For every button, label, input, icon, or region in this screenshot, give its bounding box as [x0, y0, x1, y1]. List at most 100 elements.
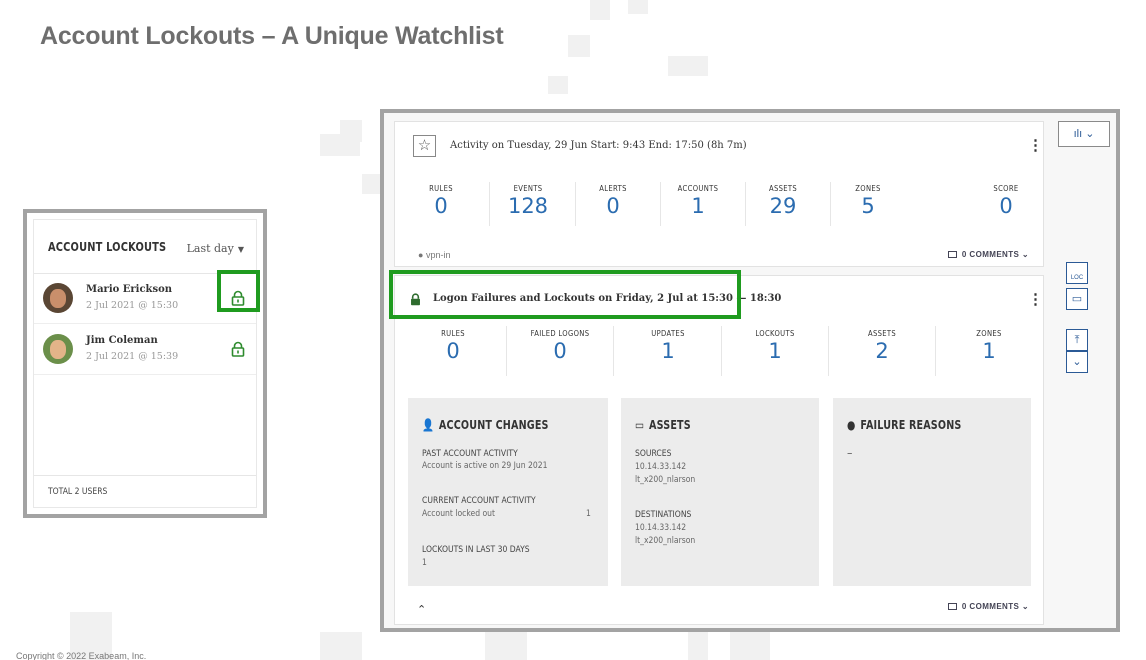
session-title: Activity on Tuesday, 29 Jun Start: 9:43 … [450, 140, 747, 151]
stat-label: RULES [441, 329, 465, 338]
comments-label: 0 COMMENTS [961, 250, 1020, 259]
range-label: Last day [186, 242, 234, 255]
current-activity-value: Account locked out [422, 509, 496, 519]
stat-value: 0 [446, 339, 460, 363]
stat-value: 29 [769, 194, 797, 218]
stat-alerts: ALERTS 0 [578, 184, 648, 218]
decorative-square [590, 0, 610, 20]
account-changes-box: 👤 ACCOUNT CHANGES PAST ACCOUNT ACTIVITY A… [408, 398, 608, 586]
stat-value: 1 [982, 339, 996, 363]
loc-label: LOC [1070, 275, 1084, 281]
decorative-square [568, 35, 590, 57]
stat-value: 1 [661, 339, 675, 363]
account-lockouts-panel: ACCOUNT LOCKOUTS Last day ▼ Mario Erickso… [23, 209, 267, 518]
lock-icon [231, 341, 245, 357]
stat-label: EVENTS [513, 184, 543, 193]
lockouts-title: ACCOUNT LOCKOUTS [48, 240, 167, 254]
user-name[interactable]: Jim Coleman [86, 335, 158, 346]
slide-title: Account Lockouts – A Unique Watchlist [40, 22, 504, 50]
user-date: 2 Jul 2021 @ 15:30 [86, 300, 179, 311]
stat-value: 1 [768, 339, 782, 363]
stat-assets: ASSETS 2 [847, 329, 917, 363]
comments-link[interactable]: 0 COMMENTS ⌄ [947, 250, 1029, 259]
chart-icon: ılı ⌄ [1073, 128, 1095, 140]
failure-reasons-heading: ● FAILURE REASONS [847, 418, 962, 432]
decorative-square [362, 174, 382, 194]
stat-value: 1 [691, 194, 705, 218]
comment-icon [947, 251, 957, 258]
stat-zones: ZONES 1 [954, 329, 1024, 363]
stat-label: ALERTS [599, 184, 627, 193]
caret-down-icon: ▼ [237, 245, 244, 254]
decorative-square [548, 76, 568, 94]
activity-card: ☆ Activity on Tuesday, 29 Jun Start: 9:4… [394, 121, 1044, 267]
sources-ip[interactable]: 10.14.33.142 [635, 462, 686, 472]
decorative-square [320, 134, 360, 156]
kebab-menu-icon[interactable]: ⋮ [1028, 138, 1043, 153]
tag-label: vpn-in [425, 250, 451, 260]
lockouts-30-days-value: 1 [422, 558, 427, 568]
jump-down-icon[interactable]: ⌄ [1066, 351, 1088, 373]
destinations-host[interactable]: lt_x200_nlarson [635, 536, 695, 546]
stat-rules: RULES 0 [418, 329, 488, 363]
decorative-square [628, 0, 648, 14]
destinations-ip[interactable]: 10.14.33.142 [635, 523, 686, 533]
decorative-square [668, 56, 708, 76]
jump-to-top-icon[interactable]: ⤒ [1066, 329, 1088, 351]
assets-heading: ▭ ASSETS [635, 418, 691, 432]
chevron-up-icon[interactable]: ⌃ [417, 603, 426, 616]
copyright-text: Copyright © 2022 Exabeam, Inc. [16, 651, 147, 660]
decorative-square [688, 632, 708, 660]
sources-host[interactable]: lt_x200_nlarson [635, 475, 695, 485]
account-changes-heading: 👤 ACCOUNT CHANGES [422, 418, 549, 432]
decorative-square [320, 632, 362, 660]
stat-label: SCORE [993, 184, 1019, 193]
total-users: TOTAL 2 USERS [48, 487, 108, 497]
session-tag[interactable]: ● vpn-in [418, 250, 450, 260]
stat-label: ASSETS [867, 329, 897, 338]
decorative-square [485, 632, 527, 660]
highlight-box [217, 270, 260, 312]
star-icon[interactable]: ☆ [413, 135, 436, 157]
avatar [43, 334, 73, 364]
comments-link[interactable]: 0 COMMENTS ⌄ [947, 602, 1029, 611]
lockouts-30-days-label: LOCKOUTS IN LAST 30 DAYS [422, 545, 530, 555]
activity-panel: ☆ Activity on Tuesday, 29 Jun Start: 9:4… [380, 109, 1120, 632]
tag-icon: ● [418, 250, 426, 260]
user-row[interactable]: Jim Coleman 2 Jul 2021 @ 15:39 [34, 325, 256, 375]
comments-label: 0 COMMENTS [961, 602, 1020, 611]
stat-value: 0 [434, 194, 448, 218]
stat-lockouts: LOCKOUTS 1 [740, 329, 810, 363]
current-activity-count: 1 [586, 509, 591, 519]
past-activity-value: Account is active on 29 Jun 2021 [422, 461, 548, 471]
stat-label: ACCOUNTS [677, 184, 719, 193]
stat-events: EVENTS 128 [493, 184, 563, 218]
stat-value: 128 [507, 194, 549, 218]
logon-failures-card: Logon Failures and Lockouts on Friday, 2… [394, 275, 1044, 625]
user-icon: 👤 [422, 418, 435, 432]
stat-accounts: ACCOUNTS 1 [663, 184, 733, 218]
stat-failed-logons: FAILED LOGONS 0 [525, 329, 595, 363]
user-date: 2 Jul 2021 @ 15:39 [86, 351, 179, 362]
assets-box: ▭ ASSETS SOURCES 10.14.33.142 lt_x200_nla… [621, 398, 819, 586]
stat-assets: ASSETS 29 [748, 184, 818, 218]
calendar-icon[interactable]: ▭ [1066, 288, 1088, 310]
chart-type-button[interactable]: ılı ⌄ [1058, 121, 1110, 147]
stat-label: RULES [429, 184, 453, 193]
loc-button[interactable]: LOC [1066, 262, 1088, 284]
stat-updates: UPDATES 1 [633, 329, 703, 363]
range-dropdown[interactable]: Last day ▼ [187, 242, 244, 255]
past-activity-label: PAST ACCOUNT ACTIVITY [422, 449, 518, 459]
current-activity-label: CURRENT ACCOUNT ACTIVITY [422, 496, 536, 506]
stat-zones: ZONES 5 [833, 184, 903, 218]
highlight-box [389, 270, 741, 319]
avatar [43, 283, 73, 313]
stat-value: 0 [606, 194, 620, 218]
stat-rules: RULES 0 [406, 184, 476, 218]
sources-label: SOURCES [635, 449, 672, 459]
stat-label: UPDATES [651, 329, 685, 338]
user-name[interactable]: Mario Erickson [86, 284, 172, 295]
stat-score: SCORE 0 [971, 184, 1041, 218]
kebab-menu-icon[interactable]: ⋮ [1028, 292, 1043, 307]
stat-value: 5 [861, 194, 875, 218]
